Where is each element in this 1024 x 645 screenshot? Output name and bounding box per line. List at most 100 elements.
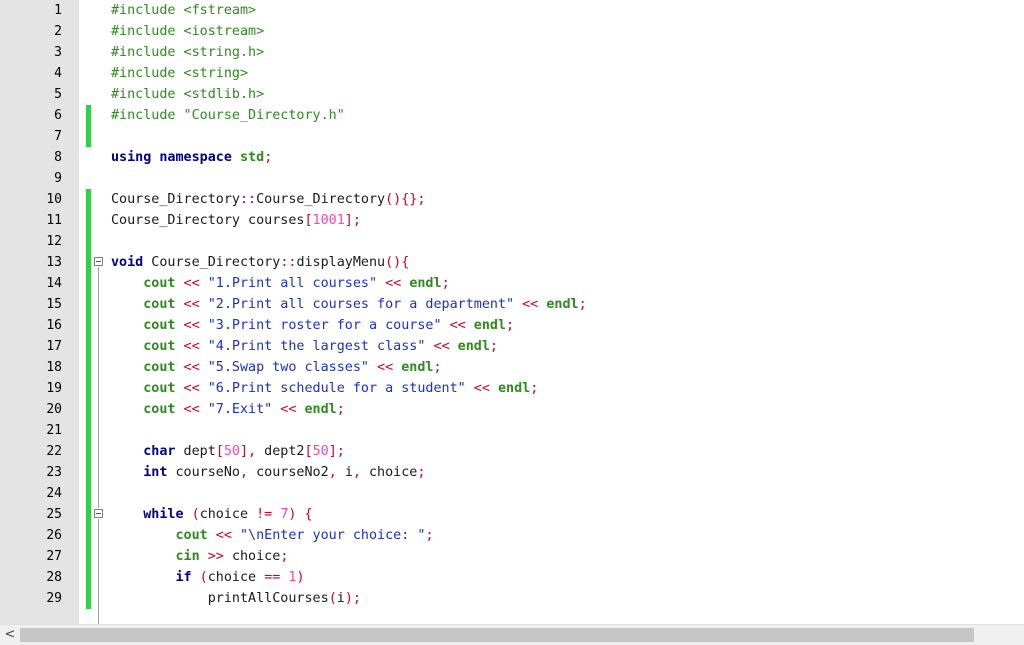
code-line[interactable]: 23 int courseNo, courseNo2, i, choice; (0, 462, 1024, 483)
line-number: 10 (46, 192, 62, 207)
code-line[interactable]: 24 (0, 483, 1024, 504)
line-number: 19 (46, 381, 62, 396)
code-token: :: (280, 255, 297, 270)
code-token: 50 (223, 444, 240, 459)
code-token: #include <stdlib.h> (111, 87, 265, 102)
code-token: << (369, 360, 402, 375)
fold-toggle-icon[interactable] (94, 257, 103, 266)
code-token: << (175, 297, 208, 312)
code-line[interactable]: 16 cout << "3.Print roster for a course"… (0, 315, 1024, 336)
change-marker (86, 378, 91, 399)
change-marker (86, 189, 91, 210)
code-token: std (240, 150, 265, 165)
code-line[interactable]: 7 (0, 126, 1024, 147)
code-token: ; (264, 150, 273, 165)
code-token: using namespace (111, 150, 240, 165)
fold-toggle-icon[interactable] (94, 509, 103, 518)
change-marker (86, 483, 91, 504)
code-line[interactable]: 25 while (choice != 7) { (0, 504, 1024, 525)
code-line[interactable]: 10 Course_Directory::Course_Directory(){}… (0, 189, 1024, 210)
code-token: ; (280, 549, 289, 564)
scroll-left-arrow-icon[interactable]: < (0, 625, 20, 645)
code-token: ( (328, 591, 337, 606)
code-token: [ (304, 444, 313, 459)
code-line[interactable]: 11 Course_Directory courses[1001]; (0, 210, 1024, 231)
code-editor[interactable]: 1 #include <fstream> 2 #include <iostream> 3… (0, 0, 1024, 624)
code-text: while (choice != 7) { (111, 504, 312, 525)
code-line[interactable]: 19 cout << "6.Print schedule for a stude… (0, 378, 1024, 399)
code-line[interactable]: 5 #include <stdlib.h> (0, 84, 1024, 105)
code-line[interactable]: 13 void Course_Directory::displayMenu(){ (0, 252, 1024, 273)
code-line[interactable]: 6 #include "Course_Directory.h" (0, 105, 1024, 126)
code-line[interactable]: 26 cout << "\nEnter your choice: "; (0, 525, 1024, 546)
code-token: , (240, 465, 257, 480)
code-token: choice (369, 465, 418, 480)
change-marker (86, 105, 91, 126)
code-line[interactable]: 28 if (choice == 1) (0, 567, 1024, 588)
code-text: #include <string.h> (111, 42, 264, 63)
code-line[interactable]: 17 cout << "4.Print the largest class" <… (0, 336, 1024, 357)
code-token: Course_Directory courses (111, 213, 305, 228)
code-token: endl (304, 402, 337, 417)
code-token: ; (489, 339, 498, 354)
line-number: 22 (46, 444, 62, 459)
code-text: cout << "7.Exit" << endl; (111, 399, 345, 420)
change-marker (86, 567, 91, 588)
code-token: 50 (312, 444, 329, 459)
code-token: printAllCourses (207, 591, 329, 606)
horizontal-scrollbar[interactable]: < (0, 624, 1024, 645)
code-text: cin >> choice; (111, 546, 289, 567)
code-line[interactable]: 22 char dept[50], dept2[50]; (0, 441, 1024, 462)
code-line[interactable]: 14 cout << "1.Print all courses" << endl… (0, 273, 1024, 294)
line-number: 7 (54, 129, 62, 144)
code-line[interactable]: 27 cin >> choice; (0, 546, 1024, 567)
scrollbar-thumb[interactable] (20, 628, 974, 642)
code-line[interactable]: 3 #include <string.h> (0, 42, 1024, 63)
code-token: endl (457, 339, 490, 354)
code-token: ; (506, 318, 515, 333)
code-token: ; (578, 297, 587, 312)
code-line[interactable]: 21 (0, 420, 1024, 441)
code-text: #include <stdlib.h> (111, 84, 264, 105)
code-token: Course_Directory (111, 192, 240, 207)
code-token: void (111, 255, 144, 270)
change-marker (86, 546, 91, 567)
code-line[interactable]: 1 #include <fstream> (0, 0, 1024, 21)
code-token: cout (143, 339, 176, 354)
code-text: cout << "1.Print all courses" << endl; (111, 273, 449, 294)
code-token: == (264, 570, 281, 585)
code-token: << (425, 339, 458, 354)
code-token: #include <iostream> (111, 24, 265, 39)
code-line[interactable]: 29 printAllCourses(i); (0, 588, 1024, 609)
code-token: "1.Print all courses" (207, 276, 378, 291)
code-token: ; (417, 465, 426, 480)
line-number: 17 (46, 339, 62, 354)
code-line[interactable]: 12 (0, 231, 1024, 252)
code-text: cout << "3.Print roster for a course" <<… (111, 315, 514, 336)
code-token: cin (175, 549, 200, 564)
line-number: 23 (46, 465, 62, 480)
code-token: (){}; (385, 192, 426, 207)
code-line[interactable]: 8 using namespace std; (0, 147, 1024, 168)
code-line[interactable]: 18 cout << "5.Swap two classes" << endl; (0, 357, 1024, 378)
code-text: cout << "5.Swap two classes" << endl; (111, 357, 441, 378)
code-token: [ (304, 213, 313, 228)
code-line[interactable]: 15 cout << "2.Print all courses for a de… (0, 294, 1024, 315)
code-token: ]; (328, 444, 345, 459)
code-line[interactable]: 9 (0, 168, 1024, 189)
code-text: void Course_Directory::displayMenu(){ (111, 252, 409, 273)
code-line[interactable]: 2 #include <iostream> (0, 21, 1024, 42)
code-token: != (256, 507, 273, 522)
code-token: #include <fstream> (111, 3, 257, 18)
line-number: 5 (54, 87, 62, 102)
code-line[interactable]: 4 #include <string> (0, 63, 1024, 84)
code-line[interactable]: 20 cout << "7.Exit" << endl; (0, 399, 1024, 420)
code-token: "7.Exit" (207, 402, 273, 417)
